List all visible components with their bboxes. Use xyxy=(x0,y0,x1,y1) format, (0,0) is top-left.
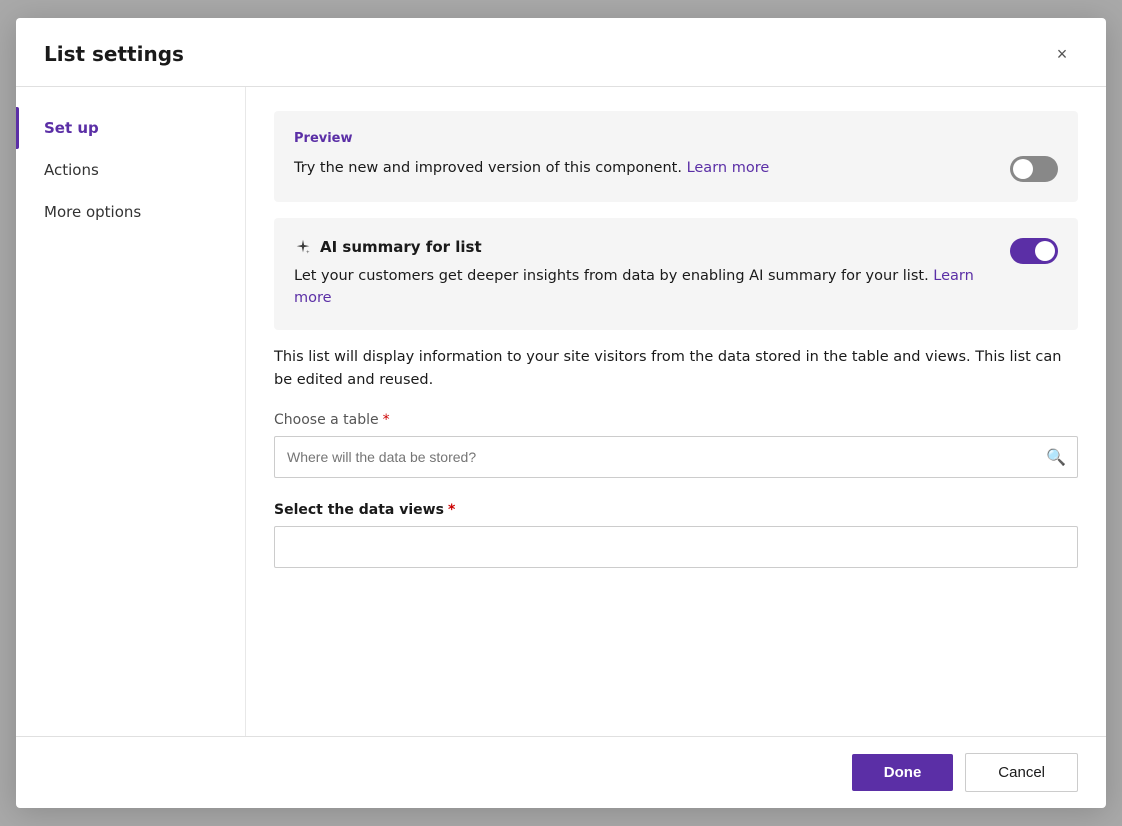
preview-toggle[interactable] xyxy=(1010,156,1058,182)
data-views-input[interactable] xyxy=(274,526,1078,568)
main-content: Preview Try the new and improved version… xyxy=(246,87,1106,736)
choose-table-wrapper: 🔍 xyxy=(274,436,1078,478)
preview-label: Preview xyxy=(294,131,1058,146)
ai-summary-card: AI summary for list Let your customers g… xyxy=(274,218,1078,330)
list-settings-dialog: List settings × Set up Actions More opti… xyxy=(16,18,1106,808)
ai-toggle-slider xyxy=(1010,238,1058,264)
dialog-footer: Done Cancel xyxy=(16,736,1106,808)
ai-card-row: AI summary for list Let your customers g… xyxy=(294,238,1058,310)
dialog-header: List settings × xyxy=(16,18,1106,87)
dialog-body: Set up Actions More options Preview Try … xyxy=(16,87,1106,736)
done-button[interactable]: Done xyxy=(852,754,954,791)
list-description: This list will display information to yo… xyxy=(274,346,1078,392)
choose-table-label: Choose a table* xyxy=(274,412,1078,428)
sidebar-item-setup[interactable]: Set up xyxy=(16,107,245,149)
ai-card-content: AI summary for list Let your customers g… xyxy=(294,238,998,310)
dialog-title: List settings xyxy=(44,42,184,66)
ai-description: Let your customers get deeper insights f… xyxy=(294,266,998,310)
close-button[interactable]: × xyxy=(1046,38,1078,70)
sparkle-icon xyxy=(294,238,312,256)
search-icon: 🔍 xyxy=(1046,447,1066,466)
preview-card: Preview Try the new and improved version… xyxy=(274,111,1078,202)
ai-toggle[interactable] xyxy=(1010,238,1058,264)
preview-card-row: Try the new and improved version of this… xyxy=(294,156,1058,182)
preview-toggle-slider xyxy=(1010,156,1058,182)
data-views-required: * xyxy=(448,502,455,518)
sidebar-item-actions[interactable]: Actions xyxy=(16,149,245,191)
cancel-button[interactable]: Cancel xyxy=(965,753,1078,792)
choose-table-input[interactable] xyxy=(274,436,1078,478)
preview-text: Try the new and improved version of this… xyxy=(294,158,998,180)
sidebar-item-more-options[interactable]: More options xyxy=(16,191,245,233)
ai-card-header: AI summary for list xyxy=(294,238,998,256)
dialog-overlay: List settings × Set up Actions More opti… xyxy=(0,0,1122,826)
ai-title: AI summary for list xyxy=(320,238,482,256)
preview-learn-more-link[interactable]: Learn more xyxy=(687,160,770,176)
sidebar: Set up Actions More options xyxy=(16,87,246,736)
choose-table-required: * xyxy=(383,412,390,428)
data-views-label: Select the data views* xyxy=(274,502,1078,518)
